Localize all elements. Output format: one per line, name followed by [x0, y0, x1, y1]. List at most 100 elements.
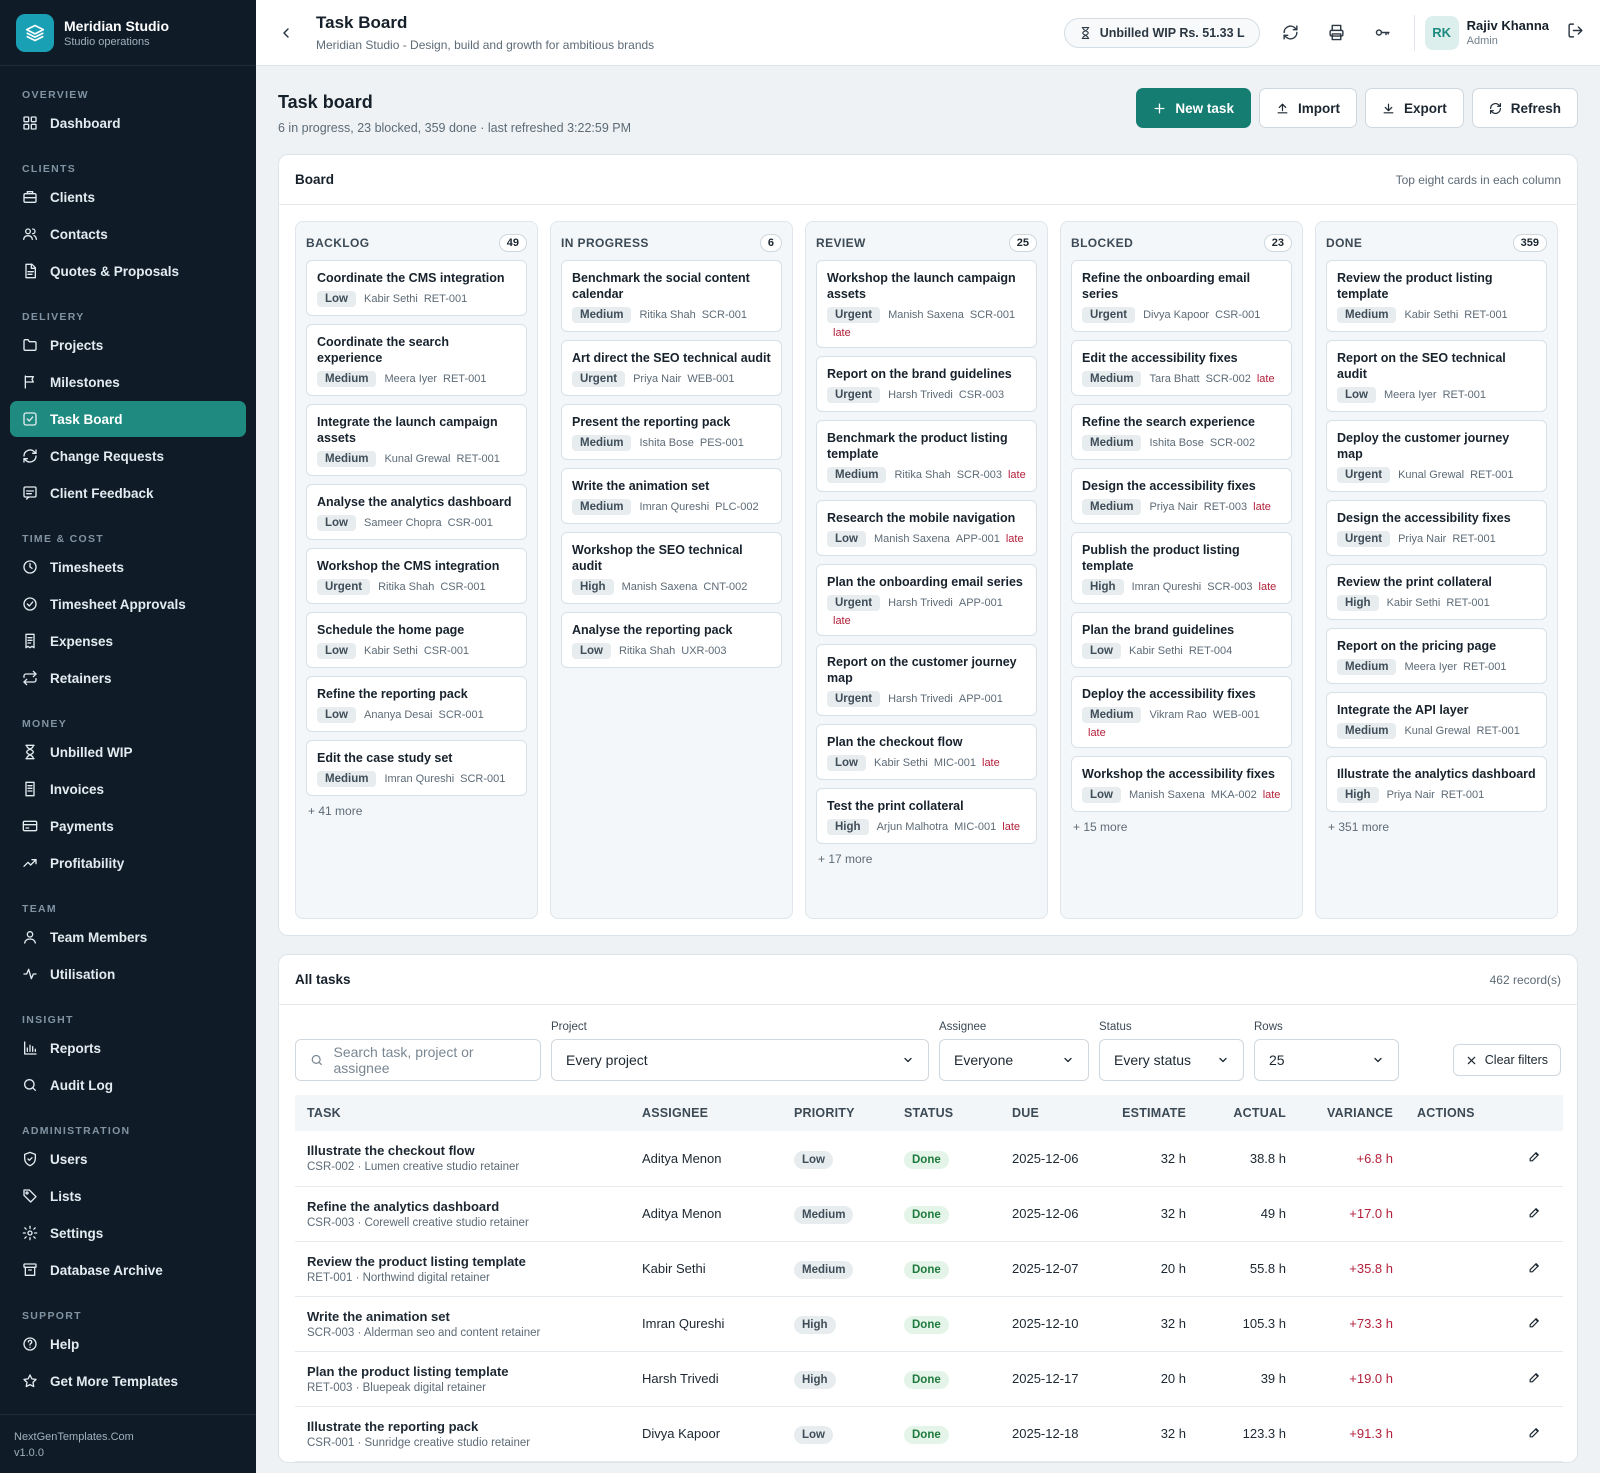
task-title[interactable]: Illustrate the reporting pack — [307, 1419, 618, 1434]
table-row[interactable]: Illustrate the reporting pack CSR-001 · S… — [295, 1406, 1563, 1462]
table-row[interactable]: Write the animation set SCR-003 · Alderma… — [295, 1296, 1563, 1352]
edit-icon[interactable] — [1528, 1206, 1541, 1219]
sidebar-item-timesheet-approvals[interactable]: Timesheet Approvals — [10, 586, 246, 622]
task-card[interactable]: Review the print collateral High Kabir Set… — [1326, 564, 1547, 620]
task-card[interactable]: Integrate the API layer Medium Kunal Grewa… — [1326, 692, 1547, 748]
user-info[interactable]: Rajiv Khanna Admin — [1467, 18, 1549, 47]
task-card[interactable]: Report on the brand guidelines Urgent Hars… — [816, 356, 1037, 412]
task-card[interactable]: Present the reporting pack Medium Ishita B… — [561, 404, 782, 460]
sidebar-item-expenses[interactable]: Expenses — [10, 623, 246, 659]
task-card[interactable]: Workshop the CMS integration Urgent Ritika… — [306, 548, 527, 604]
print-button[interactable] — [1314, 13, 1360, 53]
edit-icon[interactable] — [1528, 1426, 1541, 1439]
sidebar-item-audit-log[interactable]: Audit Log — [10, 1067, 246, 1103]
table-row[interactable]: Refine the analytics dashboard CSR-003 · … — [295, 1186, 1563, 1242]
sidebar-item-contacts[interactable]: Contacts — [10, 216, 246, 252]
sidebar-item-invoices[interactable]: Invoices — [10, 771, 246, 807]
task-card[interactable]: Design the accessibility fixes Urgent Priy… — [1326, 500, 1547, 556]
task-title[interactable]: Refine the analytics dashboard — [307, 1199, 618, 1214]
status-select[interactable]: Every status — [1099, 1039, 1244, 1081]
column-header-priority[interactable]: PRIORITY — [782, 1095, 892, 1131]
clear-filters-button[interactable]: Clear filters — [1452, 1044, 1561, 1076]
footer-site[interactable]: NextGenTemplates.Com — [14, 1429, 242, 1445]
sidebar-item-task-board[interactable]: Task Board — [10, 401, 246, 437]
sidebar-item-client-feedback[interactable]: Client Feedback — [10, 475, 246, 511]
sidebar-item-milestones[interactable]: Milestones — [10, 364, 246, 400]
sidebar-item-reports[interactable]: Reports — [10, 1030, 246, 1066]
task-card[interactable]: Benchmark the social content calendar Med… — [561, 260, 782, 332]
task-card[interactable]: Edit the case study set Medium Imran Qures… — [306, 740, 527, 796]
sidebar-item-users[interactable]: Users — [10, 1141, 246, 1177]
task-card[interactable]: Analyse the reporting pack Low Ritika Shah… — [561, 612, 782, 668]
task-card[interactable]: Benchmark the product listing template Me… — [816, 420, 1037, 492]
task-card[interactable]: Refine the reporting pack Low Ananya Desai… — [306, 676, 527, 732]
sidebar-item-retainers[interactable]: Retainers — [10, 660, 246, 696]
column-header-variance[interactable]: VARIANCE — [1298, 1095, 1405, 1131]
task-card[interactable]: Coordinate the CMS integration Low Kabir S… — [306, 260, 527, 316]
task-card[interactable]: Research the mobile navigation Low Manish … — [816, 500, 1037, 556]
column-header-estimate[interactable]: ESTIMATE — [1108, 1095, 1198, 1131]
new-task-button[interactable]: New task — [1136, 88, 1251, 128]
edit-icon[interactable] — [1528, 1316, 1541, 1329]
rows-select[interactable]: 25 — [1254, 1039, 1399, 1081]
task-card[interactable]: Test the print collateral High Arjun Malho… — [816, 788, 1037, 844]
column-more-link[interactable]: + 351 more — [1326, 820, 1547, 834]
import-button[interactable]: Import — [1258, 88, 1357, 128]
sync-button[interactable] — [1268, 13, 1314, 53]
edit-icon[interactable] — [1528, 1261, 1541, 1274]
search-input[interactable]: Search task, project or assignee — [295, 1039, 541, 1081]
sidebar-item-clients[interactable]: Clients — [10, 179, 246, 215]
brand[interactable]: Meridian Studio Studio operations — [0, 0, 256, 66]
column-header-assignee[interactable]: ASSIGNEE — [630, 1095, 782, 1131]
sidebar-item-unbilled-wip[interactable]: Unbilled WIP — [10, 734, 246, 770]
task-card[interactable]: Workshop the launch campaign assets Urgen… — [816, 260, 1037, 348]
task-card[interactable]: Review the product listing template Mediu… — [1326, 260, 1547, 332]
task-title[interactable]: Write the animation set — [307, 1309, 618, 1324]
task-card[interactable]: Art direct the SEO technical audit Urgent… — [561, 340, 782, 396]
sidebar-item-database-archive[interactable]: Database Archive — [10, 1252, 246, 1288]
sidebar-item-change-requests[interactable]: Change Requests — [10, 438, 246, 474]
logout-button[interactable] — [1567, 22, 1584, 44]
sidebar-item-settings[interactable]: Settings — [10, 1215, 246, 1251]
task-card[interactable]: Schedule the home page Low Kabir Sethi CSR-… — [306, 612, 527, 668]
task-card[interactable]: Integrate the launch campaign assets Medi… — [306, 404, 527, 476]
sidebar-item-profitability[interactable]: Profitability — [10, 845, 246, 881]
edit-icon[interactable] — [1528, 1371, 1541, 1384]
task-card[interactable]: Report on the pricing page Medium Meera Iy… — [1326, 628, 1547, 684]
column-header-actual[interactable]: ACTUAL — [1198, 1095, 1298, 1131]
edit-icon[interactable] — [1528, 1150, 1541, 1163]
task-card[interactable]: Workshop the SEO technical audit High Mani… — [561, 532, 782, 604]
sidebar-item-get-more-templates[interactable]: Get More Templates — [10, 1363, 246, 1399]
refresh-button[interactable]: Refresh — [1471, 88, 1578, 128]
sidebar-item-dashboard[interactable]: Dashboard — [10, 105, 246, 141]
task-card[interactable]: Edit the accessibility fixes Medium Tara B… — [1071, 340, 1292, 396]
task-card[interactable]: Deploy the accessibility fixes Medium Vikr… — [1071, 676, 1292, 748]
task-card[interactable]: Refine the onboarding email series Urgent… — [1071, 260, 1292, 332]
task-card[interactable]: Plan the onboarding email series Urgent Ha… — [816, 564, 1037, 636]
task-card[interactable]: Report on the customer journey map Urgent… — [816, 644, 1037, 716]
task-card[interactable]: Illustrate the analytics dashboard High Pr… — [1326, 756, 1547, 812]
key-button[interactable] — [1360, 13, 1406, 53]
task-card[interactable]: Analyse the analytics dashboard Low Sameer… — [306, 484, 527, 540]
table-row[interactable]: Plan the product listing template RET-003… — [295, 1351, 1563, 1407]
back-button[interactable] — [256, 25, 316, 41]
sidebar-item-timesheets[interactable]: Timesheets — [10, 549, 246, 585]
table-row[interactable]: Review the product listing template RET-0… — [295, 1241, 1563, 1297]
column-more-link[interactable]: + 41 more — [306, 804, 527, 818]
sidebar-item-lists[interactable]: Lists — [10, 1178, 246, 1214]
task-card[interactable]: Write the animation set Medium Imran Qures… — [561, 468, 782, 524]
column-header-actions[interactable]: ACTIONS — [1405, 1095, 1563, 1131]
task-card[interactable]: Plan the checkout flow Low Kabir Sethi MIC-… — [816, 724, 1037, 780]
column-header-task[interactable]: TASK — [295, 1095, 630, 1131]
task-title[interactable]: Plan the product listing template — [307, 1364, 618, 1379]
export-button[interactable]: Export — [1364, 88, 1464, 128]
task-card[interactable]: Plan the brand guidelines Low Kabir Sethi R… — [1071, 612, 1292, 668]
column-header-status[interactable]: STATUS — [892, 1095, 1000, 1131]
task-title[interactable]: Illustrate the checkout flow — [307, 1143, 618, 1158]
sidebar-item-utilisation[interactable]: Utilisation — [10, 956, 246, 992]
column-more-link[interactable]: + 15 more — [1071, 820, 1292, 834]
column-more-link[interactable]: + 17 more — [816, 852, 1037, 866]
task-card[interactable]: Design the accessibility fixes Medium Priy… — [1071, 468, 1292, 524]
task-title[interactable]: Review the product listing template — [307, 1254, 618, 1269]
task-card[interactable]: Report on the SEO technical audit Low Meer… — [1326, 340, 1547, 412]
